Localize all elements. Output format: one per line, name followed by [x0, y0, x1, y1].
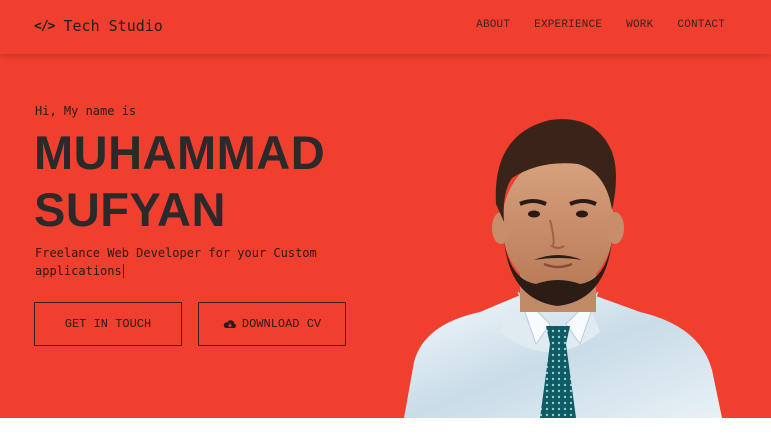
intro-text: Hi, My name is: [35, 104, 137, 118]
nav-link-contact[interactable]: CONTACT: [677, 19, 725, 31]
hero-tagline: Freelance Web Developer for your Custom …: [35, 244, 335, 280]
navbar: </> Tech Studio ABOUT EXPERIENCE WORK CO…: [0, 0, 771, 54]
download-cv-button[interactable]: DOWNLOAD CV: [198, 302, 346, 346]
main-nav: ABOUT EXPERIENCE WORK CONTACT: [476, 19, 725, 31]
cloud-download-icon: [223, 319, 236, 328]
get-in-touch-label: GET IN TOUCH: [64, 317, 152, 331]
nav-link-experience[interactable]: EXPERIENCE: [534, 19, 602, 31]
tagline-text: Freelance Web Developer for your Custom …: [35, 246, 317, 278]
nav-link-about[interactable]: ABOUT: [476, 19, 510, 31]
brand-logo[interactable]: </> Tech Studio: [34, 17, 163, 35]
name-first: MUHAMMAD: [34, 126, 326, 179]
hero-section: </> Tech Studio ABOUT EXPERIENCE WORK CO…: [0, 0, 771, 418]
nav-link-work[interactable]: WORK: [626, 19, 653, 31]
download-cv-label: DOWNLOAD CV: [241, 317, 322, 331]
next-section: [0, 418, 771, 447]
hero-name: MUHAMMAD SUFYAN: [34, 124, 325, 238]
profile-photo: [404, 119, 722, 418]
code-icon: </>: [34, 18, 56, 34]
typing-cursor: [122, 264, 124, 278]
name-last: SUFYAN: [34, 183, 226, 236]
get-in-touch-button[interactable]: GET IN TOUCH: [34, 302, 182, 346]
brand-name: Tech Studio: [63, 17, 163, 35]
